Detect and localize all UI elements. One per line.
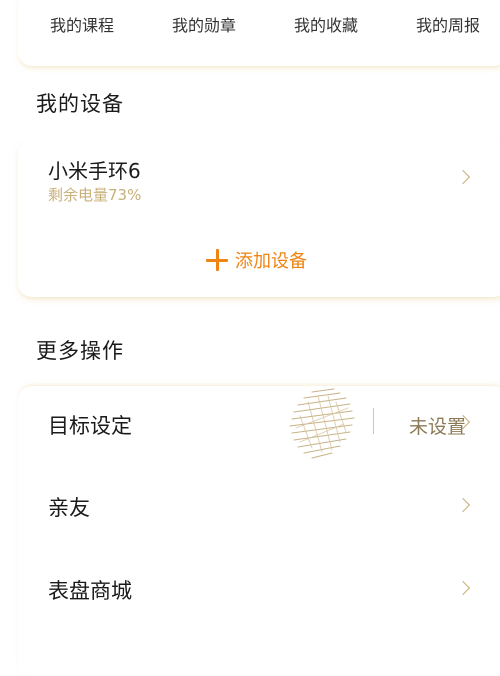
- chevron-right-icon: [455, 497, 471, 513]
- more-section-title: 更多操作: [36, 339, 124, 363]
- shortcut-label: 我的课程: [49, 16, 114, 35]
- action-label: 表盘商城: [48, 579, 132, 603]
- value-divider: [372, 408, 374, 434]
- action-row-goal-setting[interactable]: 目标设定 未设置: [18, 386, 500, 468]
- shortcut-label: 我的收藏: [293, 16, 358, 35]
- device-name: 小米手环6: [48, 159, 141, 183]
- more-actions-card: 目标设定 未设置 亲友 表盘商城: [18, 386, 500, 676]
- device-row-mi-band[interactable]: 小米手环6 剩余电量73%: [18, 140, 500, 220]
- add-device-label: 添加设备: [235, 251, 307, 272]
- plus-icon: [206, 249, 228, 271]
- device-battery: 剩余电量73%: [48, 186, 142, 204]
- shortcut-label: 我的周报: [415, 16, 480, 35]
- action-label: 亲友: [48, 496, 90, 520]
- device-card: 小米手环6 剩余电量73% 添加设备: [18, 140, 500, 297]
- shortcut-label: 我的勋章: [171, 16, 236, 35]
- decorative-sketch-image: [289, 388, 355, 459]
- goal-value: 未设置: [408, 416, 466, 438]
- action-row-family-friends[interactable]: 亲友: [18, 468, 500, 550]
- shortcut-card: 我的课程 我的勋章 我的收藏 我的周报: [18, 0, 500, 66]
- add-device-button[interactable]: 添加设备: [206, 246, 307, 274]
- action-label: 目标设定: [48, 414, 132, 438]
- chevron-right-icon: [455, 169, 471, 185]
- devices-section-title: 我的设备: [36, 92, 124, 116]
- action-row-watch-face-store[interactable]: 表盘商城: [18, 551, 500, 633]
- chevron-right-icon: [455, 580, 471, 596]
